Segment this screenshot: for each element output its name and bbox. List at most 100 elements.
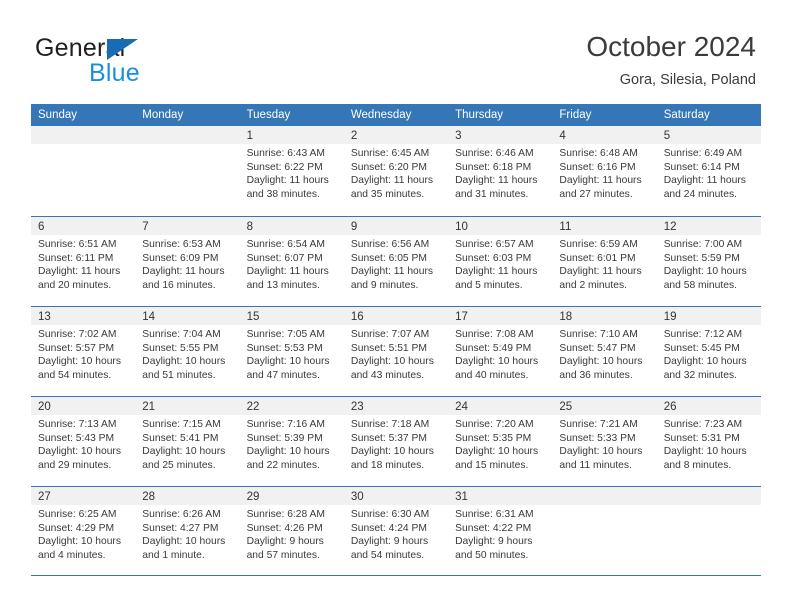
calendar-day-cell[interactable]: 24 Sunrise: 7:20 AM Sunset: 5:35 PM Dayligh… — [448, 397, 553, 486]
calendar-day-cell[interactable]: 19 Sunrise: 7:12 AM Sunset: 5:45 PM Dayligh… — [656, 307, 761, 396]
sunrise-text: Sunrise: 6:45 AM — [350, 148, 430, 159]
daylight-text-line2: and 5 minutes. — [455, 279, 523, 291]
daylight-text-line2: and 43 minutes. — [350, 369, 425, 381]
calendar-day-cell[interactable]: 23 Sunrise: 7:18 AM Sunset: 5:37 PM Dayligh… — [343, 397, 449, 486]
day-details: Sunrise: 7:13 AM Sunset: 5:43 PM Daylight:… — [31, 415, 135, 472]
day-number: 22 — [246, 401, 260, 413]
calendar-day-cell[interactable]: 10 Sunrise: 6:57 AM Sunset: 6:03 PM Dayligh… — [448, 217, 553, 306]
daylight-text-line1: Daylight: 10 hours — [246, 356, 330, 368]
sunset-text: Sunset: 5:59 PM — [663, 252, 740, 264]
sunset-text: Sunset: 5:43 PM — [38, 432, 115, 444]
page-title: October 2024 — [586, 31, 756, 62]
calendar-day-cell[interactable]: 16 Sunrise: 7:07 AM Sunset: 5:51 PM Dayligh… — [343, 307, 449, 396]
calendar-day-cell[interactable]: 20 Sunrise: 7:13 AM Sunset: 5:43 PM Dayligh… — [31, 397, 136, 486]
general-blue-logo[interactable]: General Blue — [35, 34, 225, 90]
daylight-text-line2: and 11 minutes. — [559, 459, 632, 471]
daylight-text-line2: and 35 minutes. — [350, 188, 425, 200]
calendar-day-cell[interactable]: 4 Sunrise: 6:48 AM Sunset: 6:16 PM Daylight… — [552, 126, 657, 216]
sunset-text: Sunset: 6:18 PM — [455, 161, 532, 173]
day-number-band: 10 — [448, 217, 553, 235]
day-number: 29 — [246, 491, 260, 503]
daylight-text-line1: Daylight: 11 hours — [350, 175, 434, 187]
day-details: Sunrise: 6:48 AM Sunset: 6:16 PM Daylight:… — [552, 144, 656, 201]
day-number-band: 2 — [343, 126, 449, 144]
sunset-text: Sunset: 6:14 PM — [663, 161, 740, 173]
daylight-text-line1: Daylight: 10 hours — [663, 446, 747, 458]
calendar-day-cell[interactable]: 30 Sunrise: 6:30 AM Sunset: 4:24 PM Dayligh… — [343, 487, 449, 575]
calendar-week-row: 13 Sunrise: 7:02 AM Sunset: 5:57 PM Dayligh… — [31, 306, 761, 396]
calendar-day-cell[interactable]: 31 Sunrise: 6:31 AM Sunset: 4:22 PM Dayligh… — [448, 487, 553, 575]
day-number-band: 8 — [239, 217, 344, 235]
day-number-band — [656, 487, 761, 505]
day-number: 30 — [350, 491, 364, 503]
calendar-day-cell[interactable]: 8 Sunrise: 6:54 AM Sunset: 6:07 PM Daylight… — [239, 217, 344, 306]
calendar-week-row: 20 Sunrise: 7:13 AM Sunset: 5:43 PM Dayligh… — [31, 396, 761, 486]
calendar-day-cell[interactable]: 13 Sunrise: 7:02 AM Sunset: 5:57 PM Dayligh… — [31, 307, 136, 396]
daylight-text-line1: Daylight: 11 hours — [246, 175, 329, 187]
calendar-day-cell[interactable]: 28 Sunrise: 6:26 AM Sunset: 4:27 PM Dayligh… — [135, 487, 240, 575]
sunrise-text: Sunrise: 6:53 AM — [142, 239, 221, 250]
calendar-day-cell[interactable]: 6 Sunrise: 6:51 AM Sunset: 6:11 PM Daylight… — [31, 217, 136, 306]
calendar-week-row: 27 Sunrise: 6:25 AM Sunset: 4:29 PM Dayligh… — [31, 486, 761, 576]
calendar-day-cell[interactable]: 12 Sunrise: 7:00 AM Sunset: 5:59 PM Dayligh… — [656, 217, 761, 306]
dow-saturday: Saturday — [663, 109, 710, 121]
day-number: 21 — [142, 401, 156, 413]
sunset-text: Sunset: 6:09 PM — [142, 252, 219, 264]
daylight-text-line2: and 57 minutes. — [246, 549, 320, 561]
daylight-text-line2: and 32 minutes. — [663, 369, 737, 381]
calendar-day-cell[interactable]: 25 Sunrise: 7:21 AM Sunset: 5:33 PM Dayligh… — [552, 397, 657, 486]
day-details: Sunrise: 6:43 AM Sunset: 6:22 PM Daylight:… — [240, 144, 344, 201]
calendar-day-cell[interactable]: 17 Sunrise: 7:08 AM Sunset: 5:49 PM Dayligh… — [448, 307, 553, 396]
day-number-band — [552, 487, 657, 505]
calendar-day-cell[interactable]: 9 Sunrise: 6:56 AM Sunset: 6:05 PM Daylight… — [343, 217, 449, 306]
sunset-text: Sunset: 4:24 PM — [350, 522, 427, 534]
daylight-text-line1: Daylight: 10 hours — [455, 356, 539, 368]
daylight-text-line1: Daylight: 10 hours — [142, 446, 226, 458]
sunrise-text: Sunrise: 6:49 AM — [663, 148, 743, 159]
day-number-band: 26 — [656, 397, 761, 415]
daylight-text-line2: and 22 minutes. — [246, 459, 320, 471]
calendar-day-cell[interactable]: 18 Sunrise: 7:10 AM Sunset: 5:47 PM Dayligh… — [552, 307, 657, 396]
day-number-band: 15 — [239, 307, 344, 325]
day-number: 15 — [246, 311, 260, 323]
calendar-day-cell[interactable]: 3 Sunrise: 6:46 AM Sunset: 6:18 PM Daylight… — [448, 126, 553, 216]
dow-wednesday: Wednesday — [350, 109, 412, 121]
sunset-text: Sunset: 4:26 PM — [246, 522, 323, 534]
sunset-text: Sunset: 6:11 PM — [38, 252, 114, 264]
sunrise-text: Sunrise: 7:05 AM — [246, 329, 325, 340]
calendar-day-cell[interactable]: 1 Sunrise: 6:43 AM Sunset: 6:22 PM Daylight… — [239, 126, 344, 216]
day-details: Sunrise: 7:20 AM Sunset: 5:35 PM Daylight:… — [448, 415, 552, 472]
sunset-text: Sunset: 4:29 PM — [38, 522, 115, 534]
day-number-band: 22 — [239, 397, 344, 415]
page-header: General Blue October 2024 Gora, Silesia,… — [0, 0, 792, 103]
calendar-day-cell[interactable]: 22 Sunrise: 7:16 AM Sunset: 5:39 PM Dayligh… — [239, 397, 344, 486]
calendar-day-cell[interactable]: 27 Sunrise: 6:25 AM Sunset: 4:29 PM Dayligh… — [31, 487, 136, 575]
sunset-text: Sunset: 5:51 PM — [350, 342, 427, 354]
calendar-day-cell[interactable]: 21 Sunrise: 7:15 AM Sunset: 5:41 PM Dayligh… — [135, 397, 240, 486]
calendar-day-cell[interactable]: 2 Sunrise: 6:45 AM Sunset: 6:20 PM Daylight… — [343, 126, 449, 216]
day-details: Sunrise: 7:08 AM Sunset: 5:49 PM Daylight:… — [448, 325, 552, 382]
day-details: Sunrise: 7:23 AM Sunset: 5:31 PM Daylight:… — [657, 415, 761, 472]
sunrise-text: Sunrise: 7:21 AM — [559, 419, 638, 430]
day-number-band: 25 — [552, 397, 657, 415]
day-number: 20 — [38, 401, 51, 413]
sunset-text: Sunset: 6:05 PM — [350, 252, 427, 264]
calendar-day-cell[interactable]: 7 Sunrise: 6:53 AM Sunset: 6:09 PM Daylight… — [135, 217, 240, 306]
sunset-text: Sunset: 6:01 PM — [559, 252, 636, 264]
day-details: Sunrise: 6:53 AM Sunset: 6:09 PM Daylight:… — [135, 235, 239, 292]
calendar-day-cell[interactable]: 15 Sunrise: 7:05 AM Sunset: 5:53 PM Dayligh… — [239, 307, 344, 396]
daylight-text-line1: Daylight: 10 hours — [38, 446, 121, 458]
day-details: Sunrise: 6:25 AM Sunset: 4:29 PM Daylight:… — [31, 505, 135, 562]
daylight-text-line2: and 54 minutes. — [38, 369, 112, 381]
sunset-text: Sunset: 6:03 PM — [455, 252, 532, 264]
daylight-text-line2: and 15 minutes. — [455, 459, 529, 471]
calendar-day-cell[interactable]: 14 Sunrise: 7:04 AM Sunset: 5:55 PM Dayligh… — [135, 307, 240, 396]
calendar-day-cell[interactable]: 5 Sunrise: 6:49 AM Sunset: 6:14 PM Daylight… — [656, 126, 761, 216]
calendar-day-cell[interactable]: 11 Sunrise: 6:59 AM Sunset: 6:01 PM Dayligh… — [552, 217, 657, 306]
calendar-day-cell[interactable]: 26 Sunrise: 7:23 AM Sunset: 5:31 PM Dayligh… — [656, 397, 761, 486]
day-details: Sunrise: 7:18 AM Sunset: 5:37 PM Daylight:… — [344, 415, 448, 472]
logo-triangle-icon — [107, 39, 138, 60]
sunset-text: Sunset: 6:16 PM — [559, 161, 636, 173]
calendar-day-cell[interactable]: 29 Sunrise: 6:28 AM Sunset: 4:26 PM Dayligh… — [239, 487, 344, 575]
daylight-text-line2: and 29 minutes. — [38, 459, 112, 471]
